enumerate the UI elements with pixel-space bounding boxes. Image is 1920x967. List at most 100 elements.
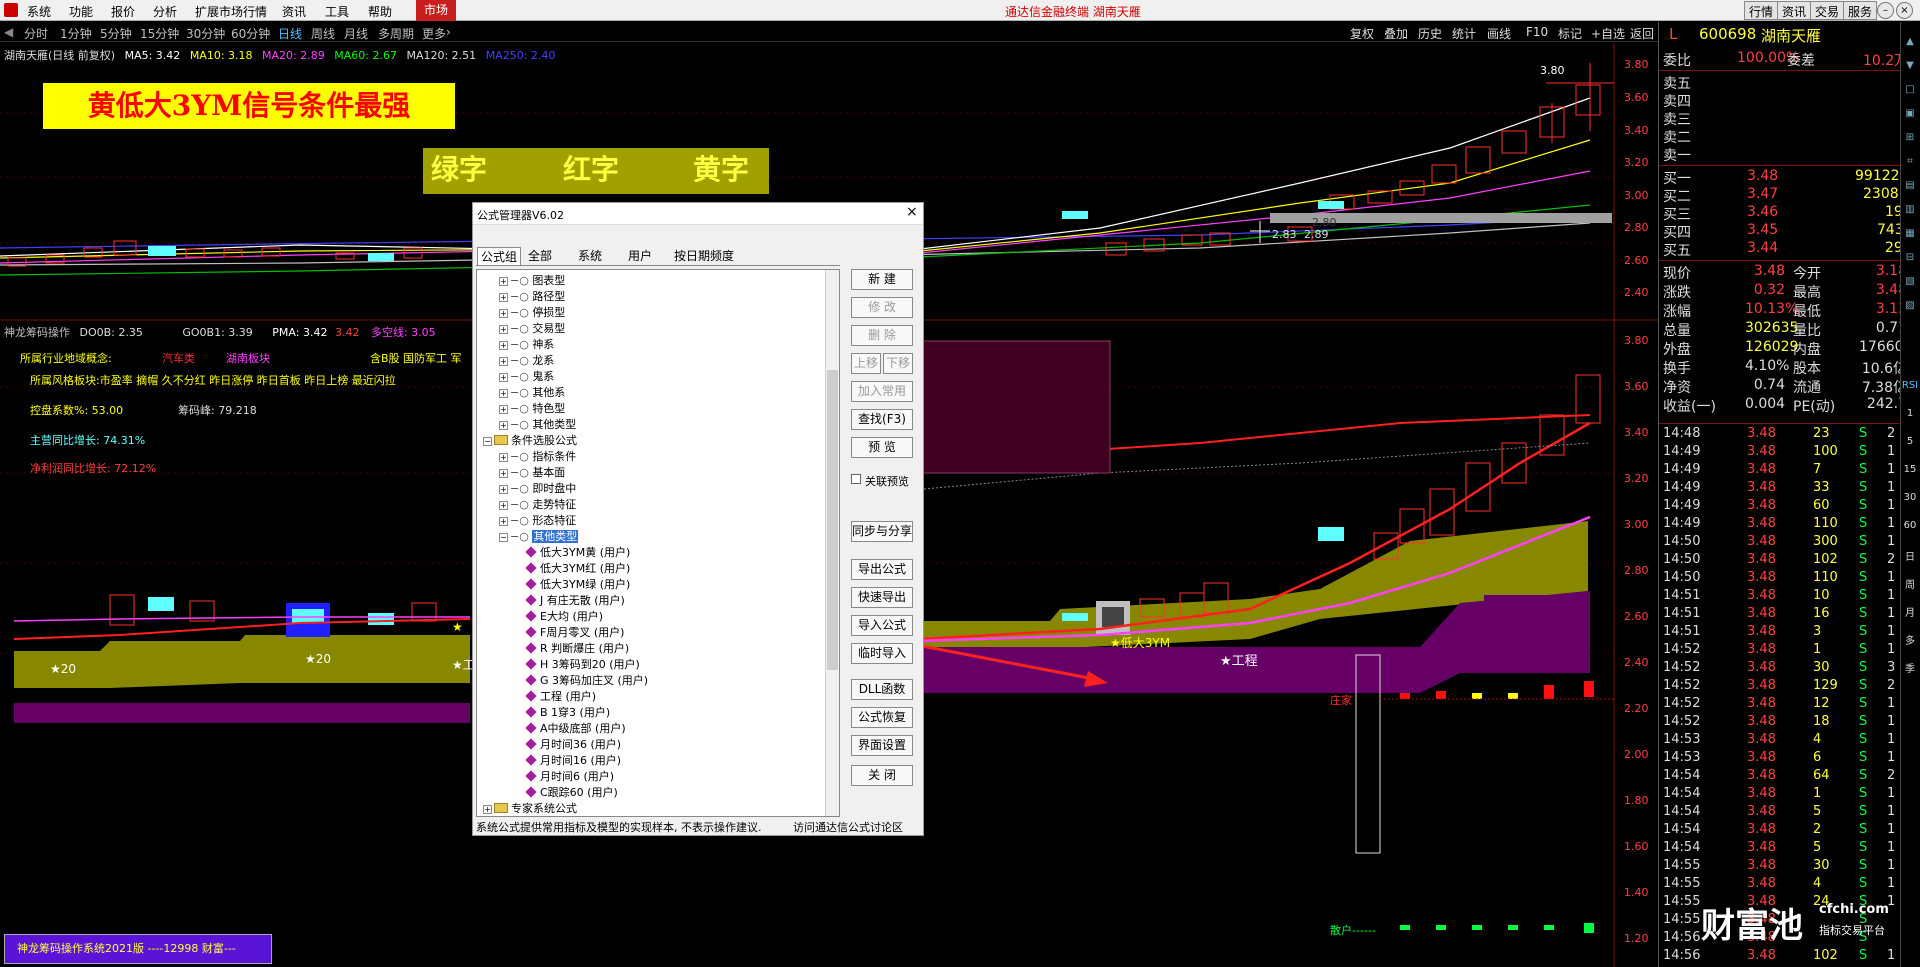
tb-stats[interactable]: 统计 [1452,25,1476,42]
toolbar-icon[interactable]: ▲ [1903,36,1917,50]
minimize-icon[interactable]: – [1877,2,1894,19]
tree-item[interactable]: + −○ 特色型 [499,400,565,416]
tree-item[interactable]: 月时间36 (用户) [525,736,621,752]
tree-item[interactable]: 工程 (用户) [525,688,596,704]
tf-30min[interactable]: 30分钟 [186,25,225,42]
toolbar-icon[interactable]: ▼ [1903,60,1917,74]
period-shortcut[interactable]: 多 [1901,632,1919,647]
tab-formula-group[interactable]: 公式组 [477,247,522,265]
menu-tools[interactable]: 工具 [325,3,349,20]
tb-draw[interactable]: 画线 [1487,25,1511,42]
dialog-button[interactable]: 预 览 [851,437,913,458]
tb-history[interactable]: 历史 [1418,25,1442,42]
menu-quote[interactable]: 报价 [111,3,135,20]
dialog-button[interactable]: 临时导入 [851,643,913,664]
close-icon[interactable]: × [1896,2,1913,19]
dialog-button[interactable]: 同步与分享 [851,521,913,542]
tf-more[interactable]: 更多 [422,25,446,42]
toolbar-icon[interactable]: ⌗ [1903,156,1917,170]
expand-icon[interactable]: + [499,517,508,526]
tree-item[interactable]: + 专家系统公式 [483,800,577,816]
checkbox[interactable] [851,474,861,484]
tb-adjust[interactable]: 复权 [1350,25,1374,42]
expand-icon[interactable]: + [499,485,508,494]
formula-tree[interactable]: + −○ 图表型 + −○ 路径型 + −○ 停损型 + −○ 交易型 + −○ 神系 + −○ 龙系… [476,269,840,817]
market-button[interactable]: 市场 [416,0,456,21]
expand-icon[interactable]: + [483,805,492,814]
period-shortcut[interactable]: 日 [1901,548,1919,563]
toolbar-icon[interactable]: ⊟ [1903,252,1917,266]
toolbar-icon[interactable]: ▤ [1903,180,1917,194]
tree-item[interactable]: J 有庄无散 (用户) [525,592,625,608]
expand-icon[interactable]: − [483,437,492,446]
dialog-button[interactable]: 公式恢复 [851,707,913,728]
tree-item[interactable]: + −○ 其他系 [499,384,565,400]
menu-help[interactable]: 帮助 [368,3,392,20]
dialog-button[interactable]: 界面设置 [851,735,913,756]
tab-date-frequency[interactable]: 按日期频度 [671,247,737,265]
news-button[interactable]: 资讯 [1777,1,1812,20]
tree-item[interactable]: + −○ 走势特征 [499,496,576,512]
tree-item[interactable]: H 3筹码到20 (用户) [525,656,640,672]
tf-monthly[interactable]: 月线 [344,25,368,42]
dialog-button[interactable]: 加入常用 [851,381,913,402]
forum-link[interactable]: 访问通达信公式讨论区 [793,819,903,835]
expand-icon[interactable]: + [499,453,508,462]
tree-item[interactable]: + −○ 路径型 [499,288,565,304]
tree-item[interactable]: + −○ 龙系 [499,352,554,368]
expand-icon[interactable]: + [499,357,508,366]
tree-item[interactable]: E大均 (用户) [525,608,603,624]
period-shortcut[interactable]: RSI [1901,380,1919,391]
expand-icon[interactable]: + [499,341,508,350]
expand-icon[interactable]: + [499,389,508,398]
dialog-button[interactable]: 快速导出 [851,587,913,608]
nav-left-icon[interactable]: ◀ [4,25,13,39]
dialog-button[interactable]: DLL函数 [851,679,913,700]
dialog-titlebar[interactable]: 公式管理器V6.02 × [473,203,923,225]
dialog-button[interactable]: 查找(F3) [851,409,913,430]
menu-analysis[interactable]: 分析 [153,3,177,20]
dialog-button[interactable]: 导入公式 [851,615,913,636]
service-button[interactable]: 服务 [1843,1,1878,20]
tab-system[interactable]: 系统 [575,247,605,265]
tb-back[interactable]: 返回 [1630,25,1654,42]
tree-item[interactable]: G 3筹码加庄叉 (用户) [525,672,648,688]
tree-item[interactable]: − 条件选股公式 [483,432,577,448]
period-shortcut[interactable]: 15 [1901,464,1919,475]
toolbar-icon[interactable]: ▦ [1903,228,1917,242]
tf-60min[interactable]: 60分钟 [231,25,270,42]
dialog-button[interactable]: 新 建 [851,269,913,290]
tb-watchlist[interactable]: +自选 [1591,25,1625,42]
period-shortcut[interactable]: 周 [1901,576,1919,591]
expand-icon[interactable]: + [499,325,508,334]
tree-item[interactable]: 低大3YM黄 (用户) [525,544,630,560]
tree-item[interactable]: 低大3YM红 (用户) [525,560,630,576]
more-chevron-icon[interactable]: › [446,25,451,39]
menu-extended[interactable]: 扩展市场行情 [195,3,267,20]
expand-icon[interactable]: + [499,501,508,510]
tree-item[interactable]: R 判断爆庄 (用户) [525,640,629,656]
tree-item[interactable]: + −○ 神系 [499,336,554,352]
tf-5min[interactable]: 5分钟 [100,25,132,42]
tf-weekly[interactable]: 周线 [311,25,335,42]
tb-overlay[interactable]: 叠加 [1384,25,1408,42]
toolbar-icon[interactable]: ▥ [1903,204,1917,218]
tree-item[interactable]: + −○ 基本面 [499,464,565,480]
period-shortcut[interactable]: 60 [1901,520,1919,531]
period-shortcut[interactable]: 1 [1901,408,1919,419]
toolbar-icon[interactable]: ⊞ [1903,132,1917,146]
tree-item[interactable]: C跟踪60 (用户) [525,784,618,800]
period-shortcut[interactable]: 5 [1901,436,1919,447]
tree-item[interactable]: − −○ 其他类型 [499,528,579,544]
tree-item[interactable]: + −○ 图表型 [499,272,565,288]
expand-icon[interactable]: + [499,373,508,382]
tb-f10[interactable]: F10 [1526,25,1548,39]
dialog-close-icon[interactable]: × [906,204,918,220]
tree-item[interactable]: + −○ 其他类型 [499,416,576,432]
tree-item[interactable]: A中级底部 (用户) [525,720,626,736]
tree-item[interactable]: 低大3YM绿 (用户) [525,576,630,592]
tf-1min[interactable]: 1分钟 [60,25,92,42]
period-shortcut[interactable]: 月 [1901,604,1919,619]
collapse-icon[interactable]: − [499,533,508,542]
dialog-button[interactable]: 修 改 [851,297,913,318]
